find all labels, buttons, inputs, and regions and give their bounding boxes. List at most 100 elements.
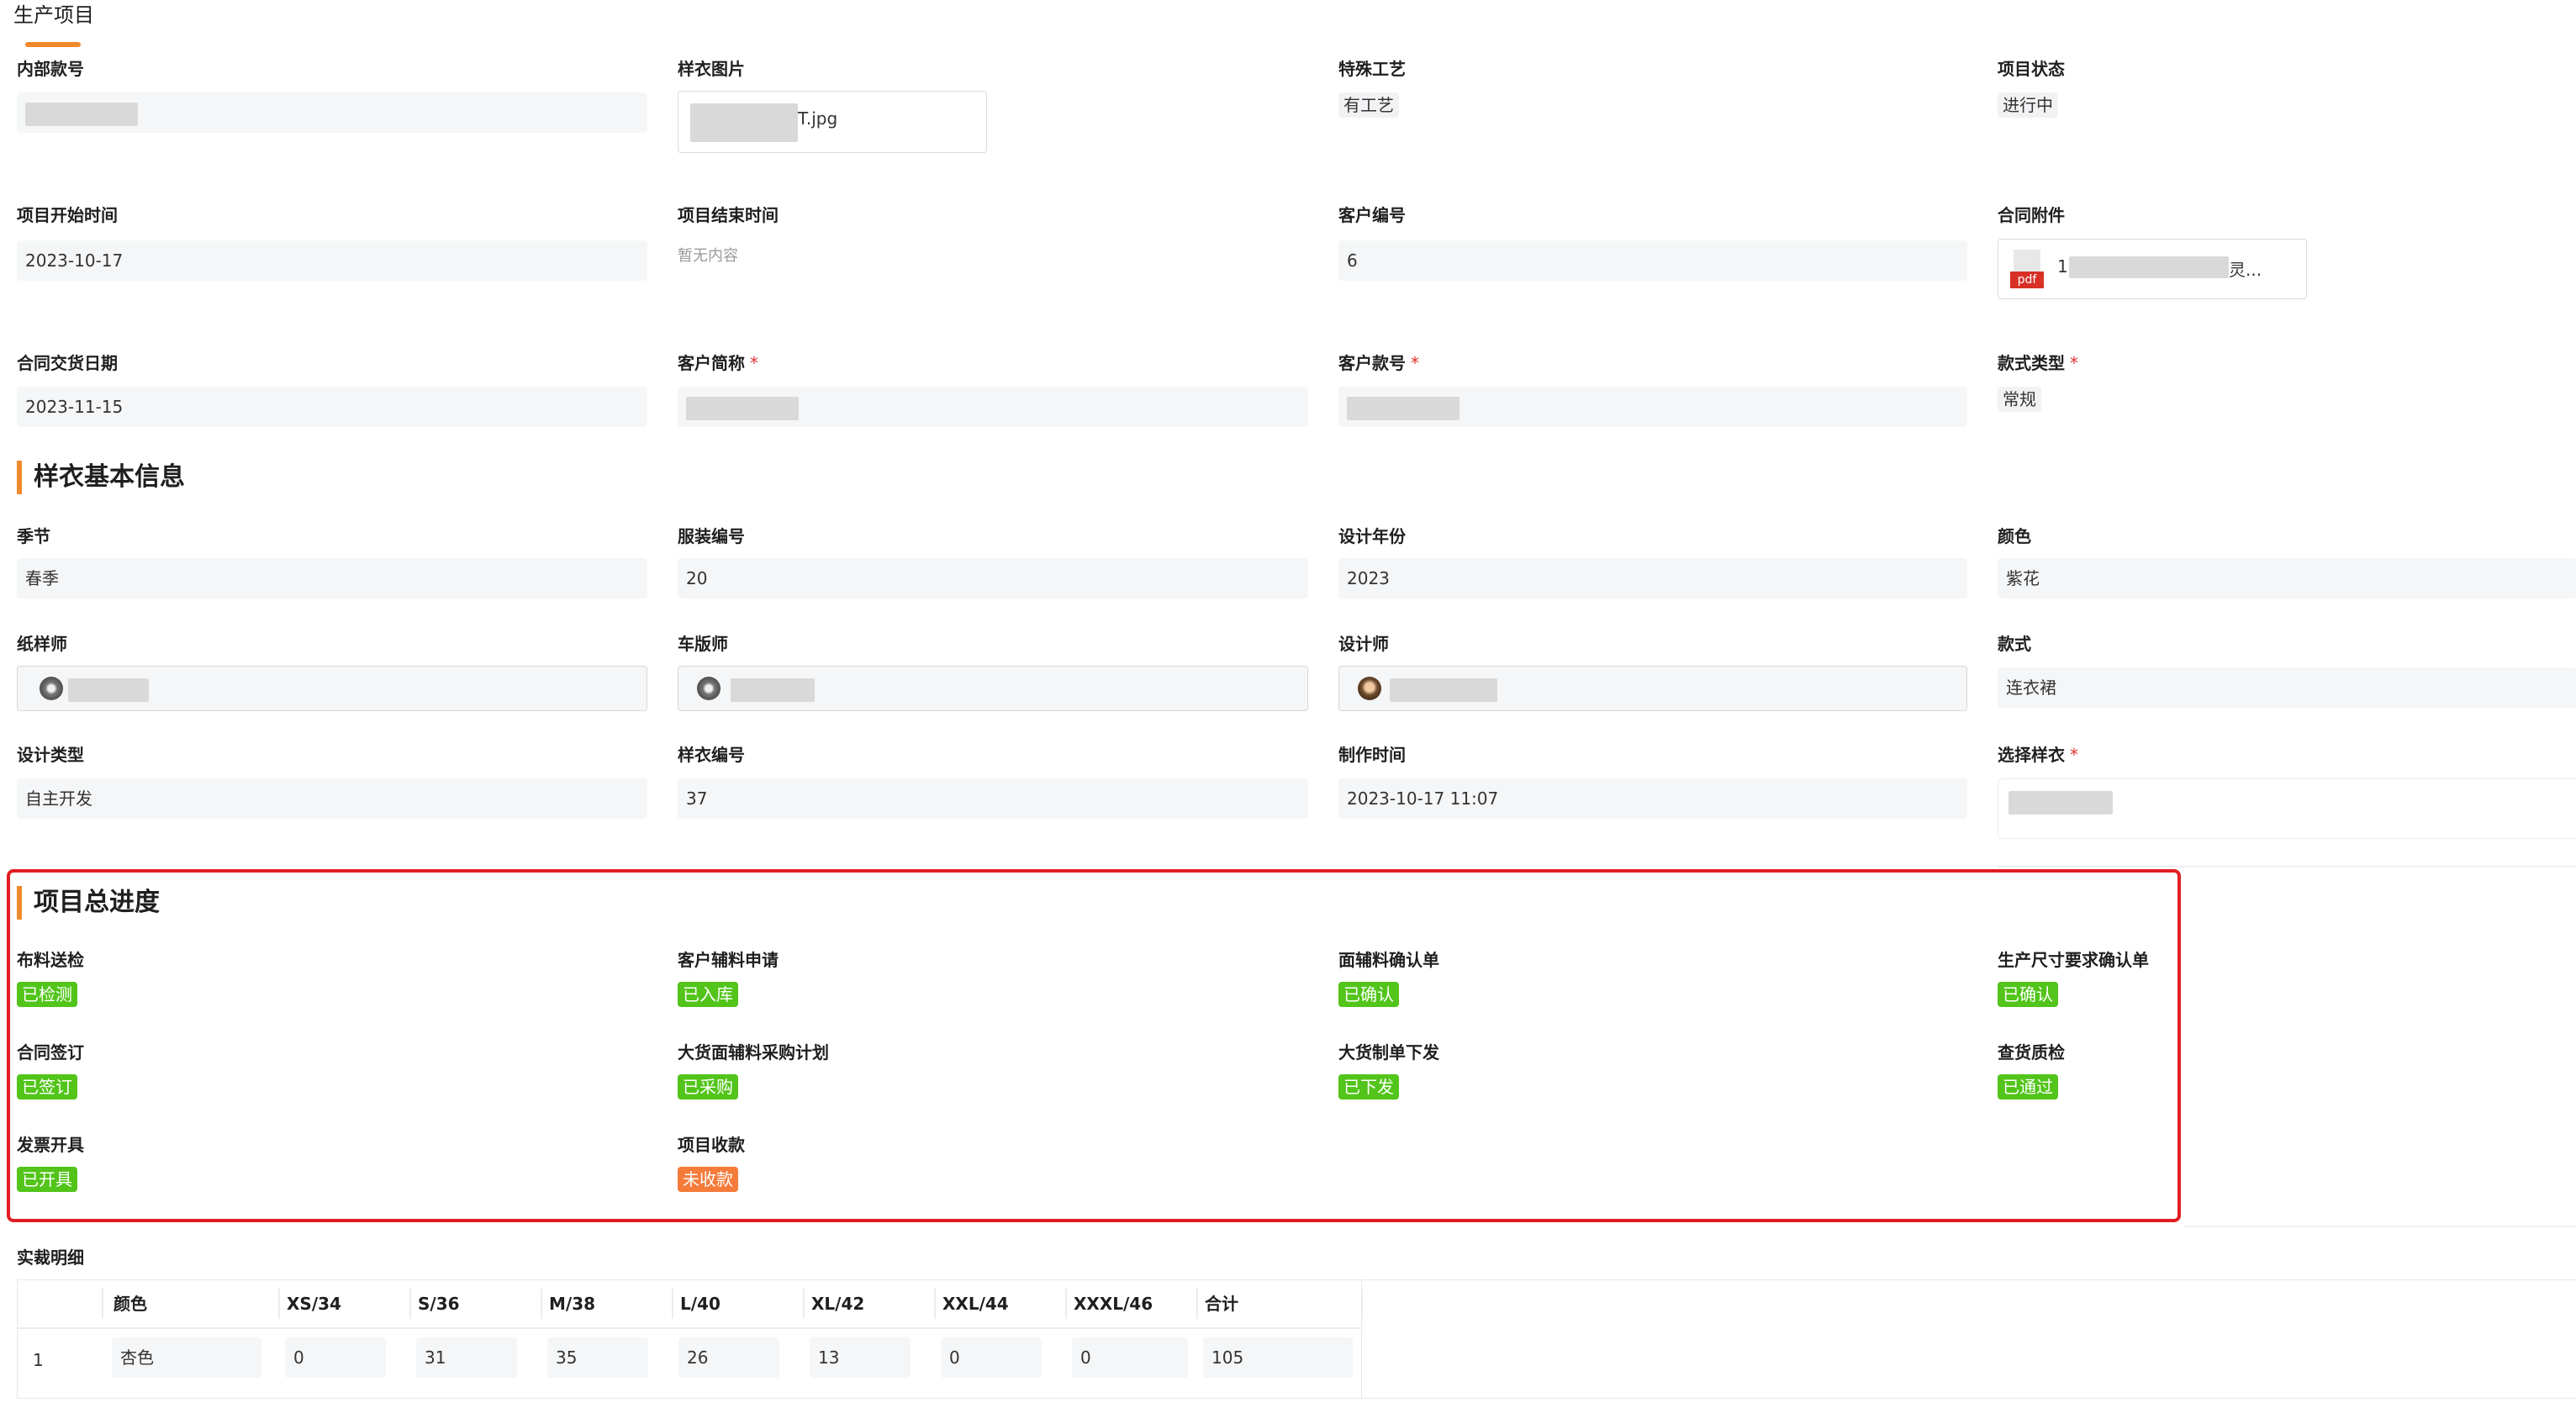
redacted-filename (2069, 256, 2229, 278)
progress-item-label: 面辅料确认单 (1338, 950, 1439, 970)
column-separator (934, 1289, 936, 1319)
label-garment-no: 服装编号 (678, 526, 745, 546)
label-special-craft: 特殊工艺 (1338, 59, 1406, 79)
progress-item-label: 客户辅料申请 (678, 950, 779, 970)
progress-item-label: 查货质检 (1998, 1042, 2065, 1063)
highlight-box (7, 869, 2181, 1222)
progress-item-label: 合同签订 (17, 1042, 84, 1063)
label-style: 款式 (1998, 634, 2031, 654)
table-header-cell: 合计 (1205, 1294, 1238, 1314)
progress-status-badge: 已采购 (678, 1074, 738, 1100)
column-separator (803, 1289, 805, 1319)
table-header-cell: M/38 (549, 1294, 596, 1314)
label-start-time: 项目开始时间 (17, 205, 118, 225)
label-sample-maker: 车版师 (678, 634, 728, 654)
column-separator (541, 1289, 542, 1319)
label-customer-style: 客户款号 * (1338, 353, 1419, 373)
field-season[interactable]: 春季 (17, 558, 647, 599)
label-project-status: 项目状态 (1998, 59, 2065, 79)
special-craft-tag: 有工艺 (1338, 92, 1399, 118)
table-cell-input[interactable]: 31 (416, 1337, 517, 1378)
column-separator (672, 1289, 673, 1319)
table-cell-input[interactable]: 105 (1203, 1337, 1353, 1378)
redacted-filename (690, 103, 798, 142)
table-header-cell: XXL/44 (942, 1294, 1009, 1314)
row-index: 1 (33, 1350, 44, 1370)
field-customer-short[interactable] (678, 387, 1308, 427)
field-sample-maker[interactable] (678, 666, 1308, 711)
table-cell-input[interactable]: 13 (810, 1337, 911, 1378)
label-design-year: 设计年份 (1338, 526, 1406, 546)
field-design-year[interactable]: 2023 (1338, 558, 1967, 599)
table-cell-input[interactable]: 杏色 (112, 1337, 261, 1378)
label-design-type: 设计类型 (17, 745, 84, 765)
column-separator (278, 1289, 280, 1319)
end-time-empty: 暂无内容 (678, 247, 738, 265)
field-start-time[interactable]: 2023-10-17 (17, 240, 647, 281)
progress-status-badge: 已确认 (1998, 982, 2058, 1007)
select-sample-picker[interactable] (1998, 778, 2576, 839)
table-cell-input[interactable]: 35 (547, 1337, 648, 1378)
label-season: 季节 (17, 526, 50, 546)
file-name-suffix: T.jpg (798, 108, 838, 129)
project-status-tag: 进行中 (1998, 92, 2058, 118)
label-select-sample: 选择样衣 * (1998, 745, 2078, 765)
redacted-name (68, 678, 149, 702)
field-customer-no[interactable]: 6 (1338, 240, 1967, 281)
field-delivery-date[interactable]: 2023-11-15 (17, 387, 647, 427)
label-internal-no: 内部款号 (17, 59, 84, 79)
field-color[interactable]: 紫花 (1998, 558, 2576, 599)
table-cell-input[interactable]: 26 (678, 1337, 779, 1378)
field-garment-no[interactable]: 20 (678, 558, 1308, 599)
table-cell-input[interactable]: 0 (941, 1337, 1042, 1378)
progress-status-badge: 已开具 (17, 1167, 77, 1192)
progress-status-badge: 已入库 (678, 982, 738, 1007)
field-pattern-maker[interactable] (17, 666, 647, 711)
field-customer-style[interactable] (1338, 387, 1967, 427)
file-name-prefix: 1 (2057, 256, 2068, 277)
field-make-time[interactable]: 2023-10-17 11:07 (1338, 778, 1967, 819)
redacted-value (1347, 396, 1460, 420)
file-name-suffix: 灵... (2229, 260, 2262, 280)
divider (2184, 1226, 2576, 1227)
table-cell-input[interactable]: 0 (1072, 1337, 1188, 1378)
column-separator (102, 1289, 103, 1319)
label-sample-image: 样衣图片 (678, 59, 745, 79)
table-header-cell: L/40 (680, 1294, 721, 1314)
column-separator (1065, 1289, 1067, 1319)
redacted-value (25, 102, 138, 126)
progress-item-label: 发票开具 (17, 1135, 84, 1155)
redacted-name (731, 678, 815, 702)
label-end-time: 项目结束时间 (678, 205, 779, 225)
avatar (40, 677, 63, 700)
label-style-type: 款式类型 * (1998, 353, 2078, 373)
label-make-time: 制作时间 (1338, 745, 1406, 765)
redacted-value (2009, 791, 2113, 815)
progress-status-badge: 已签订 (17, 1074, 77, 1100)
label-customer-short: 客户简称 * (678, 353, 758, 373)
table-cell-input[interactable]: 0 (285, 1337, 386, 1378)
redacted-value (686, 396, 799, 420)
redacted-name (1390, 678, 1497, 702)
progress-item-label: 项目收款 (678, 1135, 745, 1155)
progress-item-label: 大货面辅料采购计划 (678, 1042, 829, 1063)
field-internal-no[interactable] (17, 92, 647, 133)
contract-attachment-file[interactable]: pdf 1 灵... (1998, 239, 2307, 299)
progress-item-label: 大货制单下发 (1338, 1042, 1439, 1063)
label-delivery-date: 合同交货日期 (17, 353, 118, 373)
column-separator (409, 1289, 411, 1319)
field-design-type[interactable]: 自主开发 (17, 778, 647, 819)
table-header-cell: 颜色 (113, 1294, 147, 1314)
tab-production-project[interactable]: 生产项目 (13, 0, 94, 30)
progress-status-badge: 已检测 (17, 982, 77, 1007)
table-header-cell: XS/34 (287, 1294, 341, 1314)
field-sample-no[interactable]: 37 (678, 778, 1308, 819)
field-designer[interactable] (1338, 666, 1967, 711)
style-type-tag: 常规 (1998, 387, 2041, 412)
label-color: 颜色 (1998, 526, 2031, 546)
sample-image-file[interactable]: T.jpg (678, 91, 987, 153)
section-title-progress: 项目总进度 (17, 886, 160, 920)
field-style[interactable]: 连衣裙 (1998, 667, 2576, 708)
divider (1998, 866, 2576, 867)
table-header-divider (18, 1327, 1361, 1329)
